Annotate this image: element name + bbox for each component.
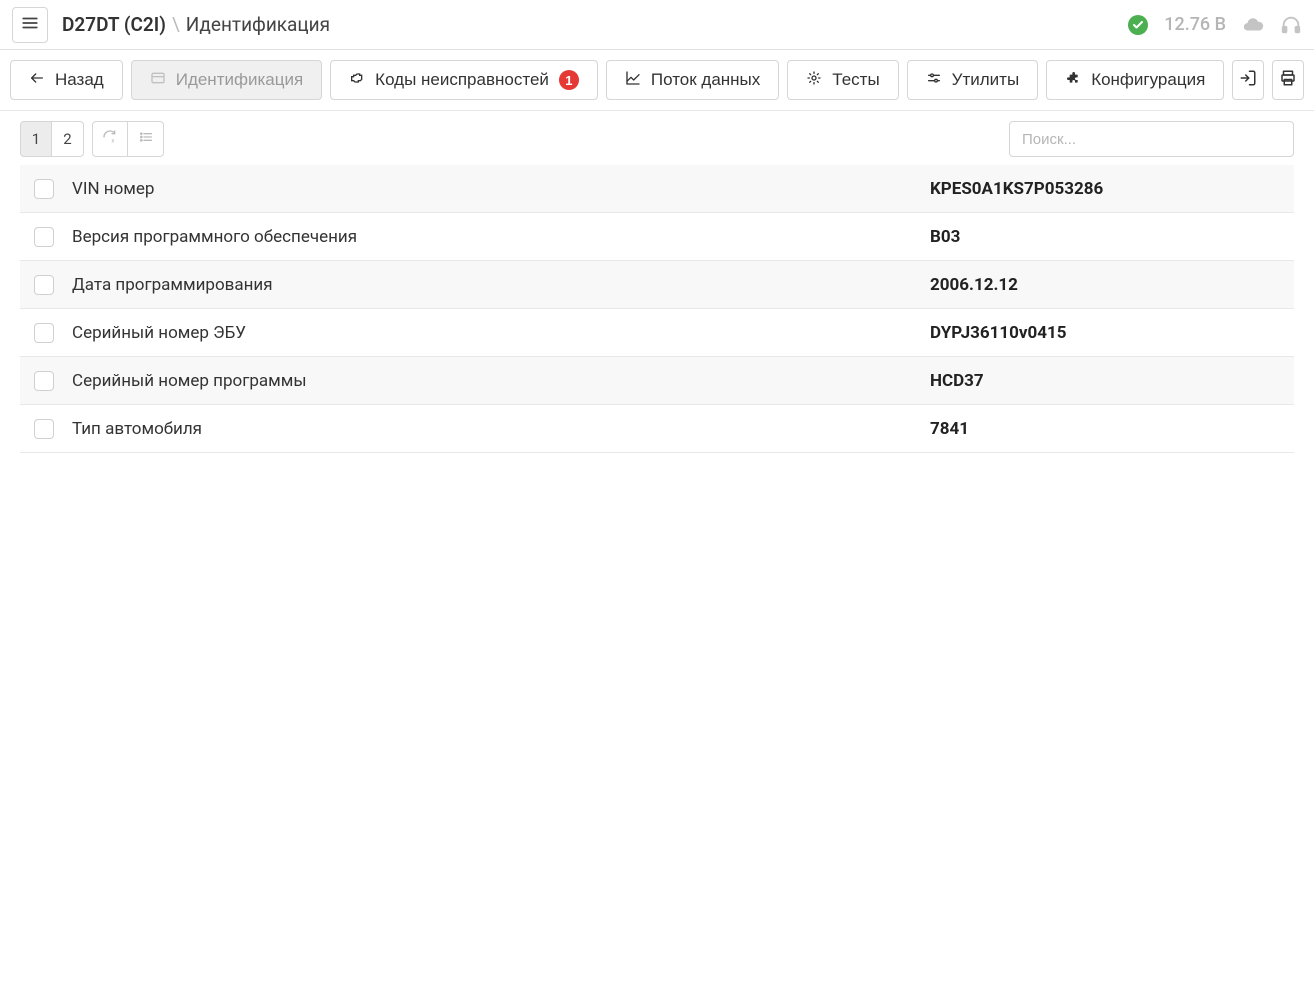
engine-icon [349, 70, 365, 91]
table-row: Версия программного обеспечения B03 [20, 213, 1294, 261]
list-icon [138, 129, 154, 149]
utilities-label: Утилиты [952, 70, 1020, 90]
row-value: B03 [930, 227, 1280, 247]
export-icon [1239, 69, 1257, 92]
row-value: DYPJ36110v0415 [930, 323, 1280, 343]
list-view-button[interactable] [128, 121, 164, 157]
row-checkbox[interactable] [34, 179, 54, 199]
breadcrumb-part2: Идентификация [186, 13, 330, 36]
search-input[interactable] [1009, 121, 1294, 157]
row-value: 7841 [930, 419, 1280, 439]
datastream-tab[interactable]: Поток данных [606, 60, 779, 100]
configuration-label: Конфигурация [1091, 70, 1205, 90]
breadcrumb-separator: \ [172, 13, 180, 36]
back-label: Назад [55, 70, 104, 90]
sun-icon [806, 70, 822, 91]
row-label: Серийный номер программы [72, 371, 930, 391]
dtc-label: Коды неисправностей [375, 70, 549, 90]
table-row: VIN номер KPES0A1KS7P053286 [20, 165, 1294, 213]
table-row: Серийный номер программы HCD37 [20, 357, 1294, 405]
cloud-icon[interactable] [1242, 14, 1264, 36]
row-label: Тип автомобиля [72, 419, 930, 439]
breadcrumb-part1: D27DT (C2I) [62, 13, 166, 36]
dtc-tab[interactable]: Коды неисправностей 1 [330, 60, 598, 100]
row-checkbox[interactable] [34, 419, 54, 439]
print-button[interactable] [1272, 60, 1304, 100]
tests-tab[interactable]: Тесты [787, 60, 898, 100]
row-value: KPES0A1KS7P053286 [930, 179, 1280, 199]
main-toolbar: Назад Идентификация Коды неисправностей … [0, 50, 1314, 111]
puzzle-icon [1065, 70, 1081, 91]
tests-label: Тесты [832, 70, 879, 90]
identification-icon [150, 70, 166, 91]
data-table: VIN номер KPES0A1KS7P053286 Версия прогр… [0, 165, 1314, 453]
refresh-x-icon: x [102, 129, 118, 149]
refresh-clear-button[interactable]: x [92, 121, 128, 157]
hamburger-icon [21, 14, 39, 36]
page-2-button[interactable]: 2 [52, 121, 84, 157]
row-label: Версия программного обеспечения [72, 227, 930, 247]
page-1-button[interactable]: 1 [20, 121, 52, 157]
row-label: VIN номер [72, 179, 930, 199]
row-checkbox[interactable] [34, 275, 54, 295]
arrow-left-icon [29, 70, 45, 91]
page-group: 1 2 [20, 121, 84, 157]
app-header: D27DT (C2I) \ Идентификация 12.76 В [0, 0, 1314, 50]
identification-tab[interactable]: Идентификация [131, 60, 322, 100]
row-label: Дата программирования [72, 275, 930, 295]
row-checkbox[interactable] [34, 227, 54, 247]
row-value: 2006.12.12 [930, 275, 1280, 295]
chart-icon [625, 70, 641, 91]
headset-icon[interactable] [1280, 14, 1302, 36]
utilities-tab[interactable]: Утилиты [907, 60, 1039, 100]
print-icon [1279, 69, 1297, 92]
voltage-readout: 12.76 В [1164, 14, 1226, 35]
status-ok-icon [1128, 15, 1148, 35]
identification-label: Идентификация [176, 70, 303, 90]
svg-text:x: x [111, 137, 114, 144]
sliders-icon [926, 70, 942, 91]
datastream-label: Поток данных [651, 70, 760, 90]
search-wrap [1009, 121, 1294, 157]
breadcrumb: D27DT (C2I) \ Идентификация [62, 13, 330, 36]
table-row: Тип автомобиля 7841 [20, 405, 1294, 453]
table-row: Дата программирования 2006.12.12 [20, 261, 1294, 309]
configuration-tab[interactable]: Конфигурация [1046, 60, 1224, 100]
menu-button[interactable] [12, 7, 48, 43]
back-button[interactable]: Назад [10, 60, 123, 100]
row-value: HCD37 [930, 371, 1280, 391]
row-checkbox[interactable] [34, 323, 54, 343]
export-button[interactable] [1232, 60, 1264, 100]
row-label: Серийный номер ЭБУ [72, 323, 930, 343]
table-row: Серийный номер ЭБУ DYPJ36110v0415 [20, 309, 1294, 357]
dtc-badge: 1 [559, 70, 579, 90]
header-right: 12.76 В [1128, 14, 1302, 36]
sub-toolbar: 1 2 x [0, 111, 1314, 165]
row-checkbox[interactable] [34, 371, 54, 391]
